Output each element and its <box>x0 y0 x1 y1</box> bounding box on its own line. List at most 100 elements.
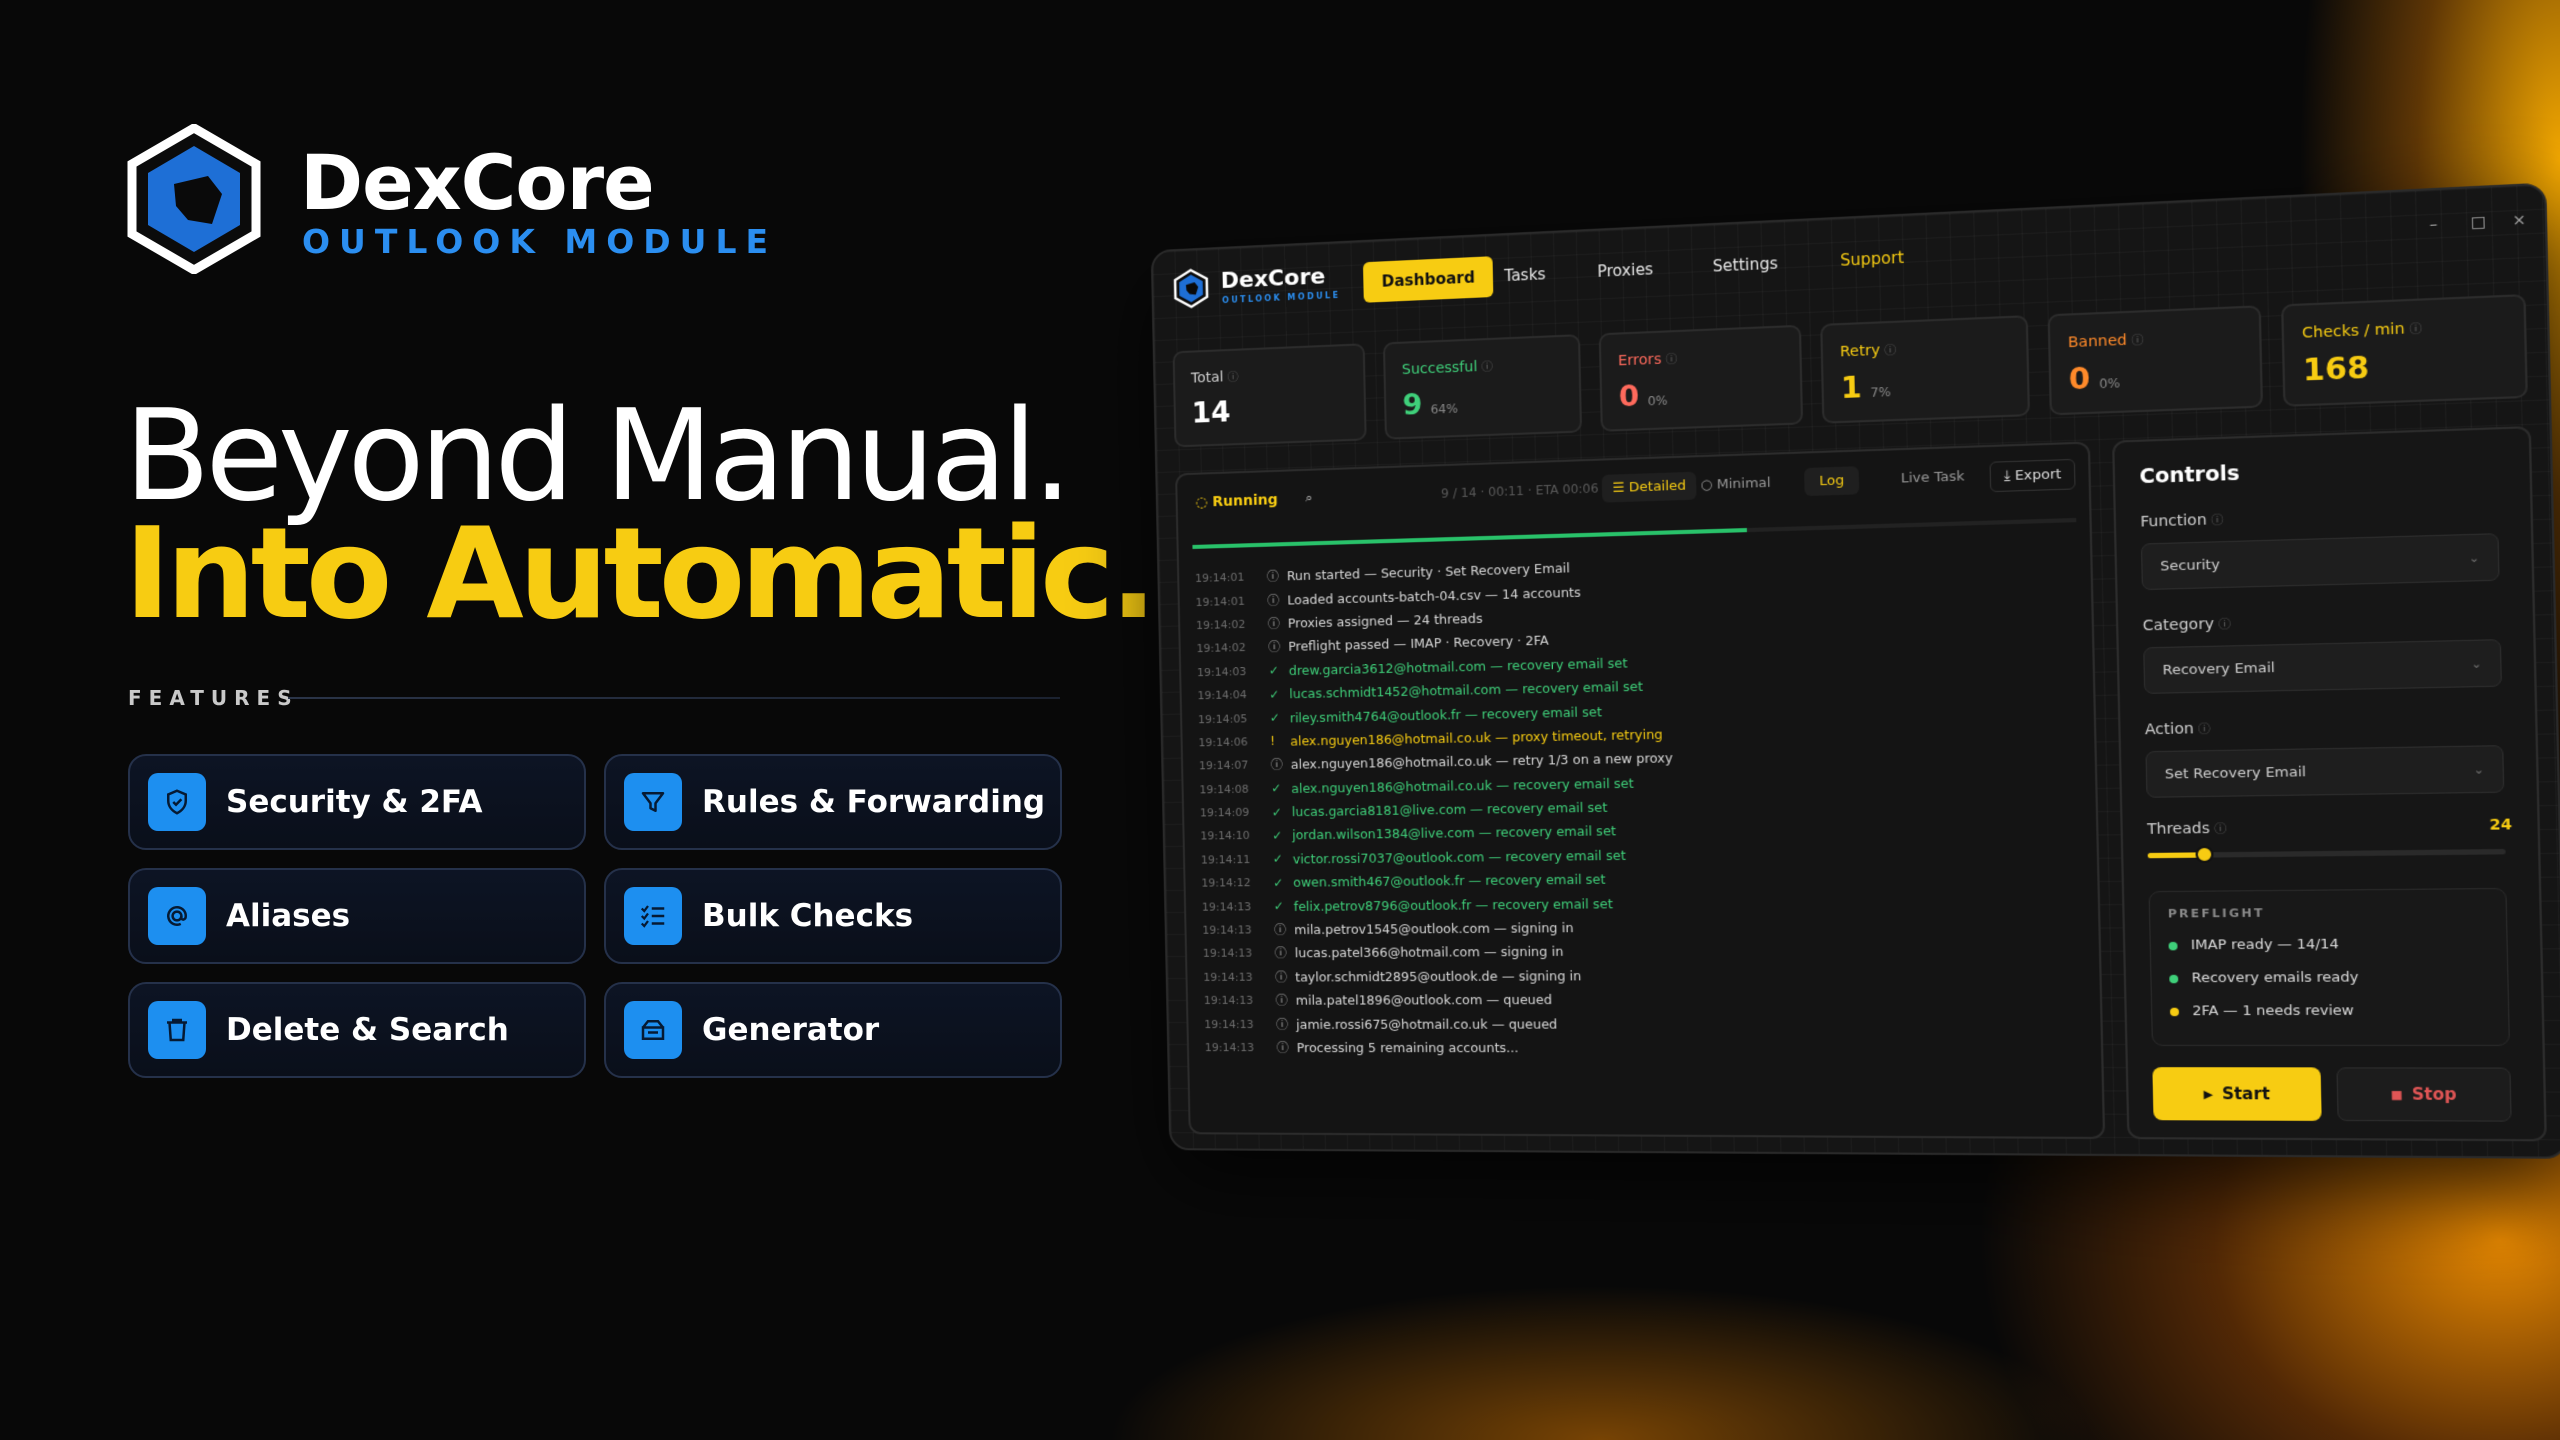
log-time: 19:14:13 <box>1204 1017 1254 1031</box>
stop-button[interactable]: ■ Stop <box>2336 1067 2512 1122</box>
status-dot-icon <box>2169 1007 2180 1016</box>
feature-security-2fa: Security & 2FA <box>128 754 586 850</box>
check-circle-icon: ✓ <box>1272 828 1283 843</box>
info-icon: ⓘ <box>1267 616 1280 632</box>
log-message: mila.patel1896@outlook.com — queued <box>1295 991 1553 1008</box>
preflight-item: Recovery emails ready <box>2169 969 2489 986</box>
nav-tasks[interactable]: Tasks <box>1485 253 1564 297</box>
stat-retry: Retry ⓘ 1 7% <box>1820 315 2031 424</box>
log-message: riley.smith4764@outlook.fr — recovery em… <box>1289 703 1603 725</box>
threads-slider-handle[interactable] <box>2194 845 2214 864</box>
feature-generator: Generator <box>604 982 1062 1078</box>
log-time: 19:14:02 <box>1196 641 1246 656</box>
nav-dashboard[interactable]: Dashboard <box>1362 256 1494 303</box>
log-message: alex.nguyen186@hotmail.co.uk — proxy tim… <box>1290 726 1663 749</box>
play-icon: ▶ <box>2203 1086 2214 1101</box>
log-message: drew.garcia3612@hotmail.com — recovery e… <box>1288 654 1628 678</box>
controls-title: Controls <box>2139 461 2240 489</box>
threads-value: 24 <box>2489 816 2513 834</box>
brand-module: OUTLOOK MODULE <box>302 222 778 261</box>
nav-proxies[interactable]: Proxies <box>1578 248 1672 293</box>
brand-name: DexCore <box>300 138 655 227</box>
log-time: 19:14:07 <box>1198 758 1249 773</box>
minimize-icon[interactable]: – <box>2429 216 2437 234</box>
running-status: ◌ Running <box>1195 491 1278 511</box>
log-time: 19:14:13 <box>1204 1041 1255 1055</box>
feature-rules-forwarding: Rules & Forwarding <box>604 754 1062 850</box>
stat-successful: Successful ⓘ 9 64% <box>1382 334 1583 440</box>
app-logo-icon <box>1173 268 1210 310</box>
chevron-down-icon: ⌄ <box>2471 656 2482 671</box>
category-label: Category <box>2142 615 2215 635</box>
info-icon: ⓘ <box>2214 822 2227 837</box>
controls-panel: Controls Function ⓘ Security ⌄ Category ⓘ R… <box>2112 425 2547 1142</box>
function-label: Function <box>2140 511 2207 531</box>
log-time: 19:14:13 <box>1202 923 1252 937</box>
spinner-icon: ◌ <box>1195 494 1208 511</box>
maximize-icon[interactable]: □ <box>2471 214 2487 232</box>
dexcore-logo-icon <box>127 124 261 274</box>
tab-live-task[interactable]: Live Task <box>1901 469 1965 487</box>
feature-bulk-checks: Bulk Checks <box>604 868 1062 964</box>
category-select[interactable]: Recovery Email ⌄ <box>2143 639 2502 694</box>
tab-log[interactable]: Log <box>1804 466 1860 497</box>
info-icon: ⓘ <box>1481 360 1493 374</box>
feature-label: Bulk Checks <box>702 898 914 934</box>
action-select[interactable]: Set Recovery Email ⌄ <box>2145 745 2505 798</box>
search-icon[interactable]: ⌕ <box>1305 491 1313 506</box>
warning-icon: ! <box>1270 734 1276 749</box>
log-time: 19:14:02 <box>1195 617 1246 633</box>
check-circle-icon: ✓ <box>1273 875 1284 890</box>
info-icon: ⓘ <box>2131 333 2144 348</box>
info-icon: ⓘ <box>2211 513 2224 528</box>
log-message: lucas.patel366@hotmail.com — signing in <box>1294 943 1564 961</box>
stat-percent: 64% <box>1430 401 1459 417</box>
check-circle-icon: ✓ <box>1269 710 1280 725</box>
log-message: taylor.schmidt2895@outlook.de — signing … <box>1295 967 1582 985</box>
log-message: jordan.wilson1384@live.com — recovery em… <box>1292 823 1617 843</box>
nav-support[interactable]: Support <box>1821 236 1924 282</box>
log-time: 19:14:03 <box>1196 664 1247 679</box>
stat-value: 1 <box>1840 370 1863 406</box>
minimal-toggle[interactable]: ○ Minimal <box>1700 475 1771 493</box>
features-divider <box>288 697 1060 699</box>
detailed-toggle[interactable]: ☰ Detailed <box>1601 471 1697 503</box>
check-circle-icon: ✓ <box>1269 687 1280 702</box>
features-label: FEATURES <box>128 686 299 710</box>
stat-value: 0 <box>2068 361 2091 397</box>
export-button[interactable]: ⤓ Export <box>1989 458 2077 493</box>
nav-settings[interactable]: Settings <box>1693 242 1797 288</box>
stat-label: Total <box>1190 369 1224 387</box>
feature-label: Security & 2FA <box>226 784 483 820</box>
info-icon: ⓘ <box>1267 593 1280 608</box>
log-panel: ◌ Running ⌕ 9 / 14 · 00:11 · ETA 00:06 ☰… <box>1175 441 2106 1140</box>
log-row: 19:14:13 ⓘ jamie.rossi675@hotmail.co.uk — … <box>1204 1010 2094 1035</box>
log-time: 19:14:01 <box>1194 570 1245 586</box>
info-icon: ⓘ <box>1274 946 1287 961</box>
check-circle-icon: ✓ <box>1271 781 1282 796</box>
threads-slider[interactable] <box>2147 845 2506 864</box>
threads-label: Threads <box>2146 820 2210 839</box>
at-icon <box>148 887 206 945</box>
stat-label: Retry <box>1839 342 1881 361</box>
log-time: 19:14:05 <box>1197 711 1248 726</box>
stat-value: 14 <box>1191 395 1231 430</box>
stat-checks-per-min: Checks / min ⓘ 168 <box>2281 294 2528 407</box>
stat-label: Successful <box>1401 358 1478 379</box>
close-icon[interactable]: × <box>2512 212 2526 230</box>
log-time: 19:14:01 <box>1195 594 1245 609</box>
start-button[interactable]: ▶ Start <box>2152 1067 2322 1121</box>
stat-errors: Errors ⓘ 0 0% <box>1598 324 1804 432</box>
info-icon: ⓘ <box>1266 569 1280 585</box>
info-icon: ⓘ <box>1275 993 1288 1009</box>
check-circle-icon: ✓ <box>1273 899 1284 914</box>
log-time: 19:14:13 <box>1203 993 1254 1008</box>
log-message: Preflight passed — IMAP · Recovery · 2FA <box>1288 632 1549 655</box>
log-time: 19:14:13 <box>1202 946 1253 961</box>
preflight-item: 2FA — 1 needs review <box>2169 1003 2490 1020</box>
checklist-icon <box>624 887 682 945</box>
app-title: DexCore <box>1220 264 1326 295</box>
stat-percent: 7% <box>1870 384 1892 401</box>
log-time: 19:14:13 <box>1203 970 1253 984</box>
function-select[interactable]: Security ⌄ <box>2140 533 2500 591</box>
